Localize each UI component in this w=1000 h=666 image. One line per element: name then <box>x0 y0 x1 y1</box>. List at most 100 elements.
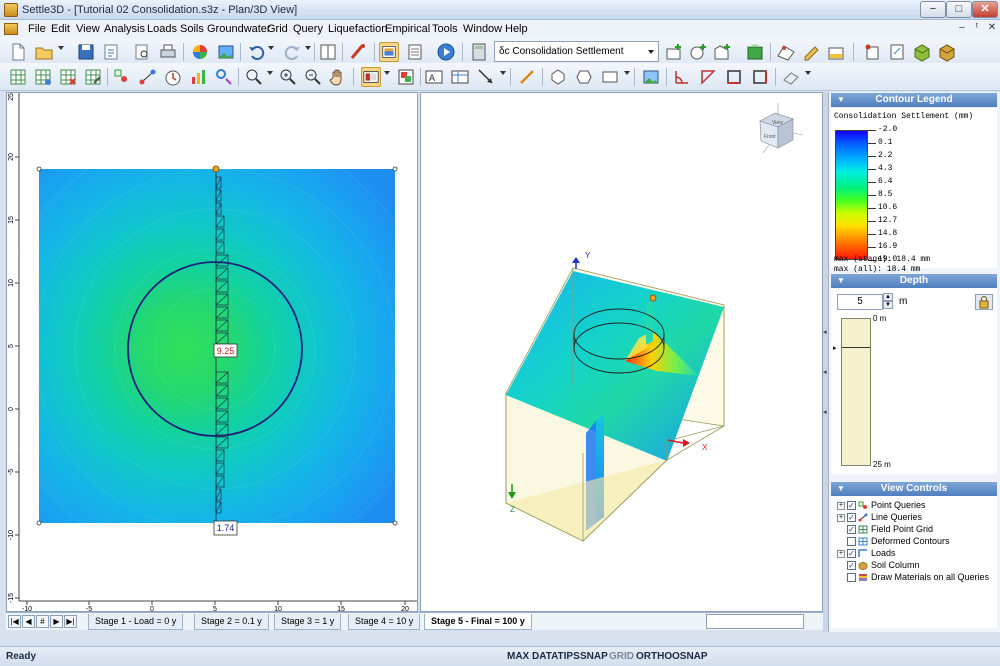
add-text-icon[interactable]: A <box>424 67 444 87</box>
new-file-icon[interactable] <box>8 42 28 62</box>
angle-dimension-icon[interactable] <box>672 67 692 87</box>
draw-line-icon[interactable] <box>517 67 537 87</box>
layout-view-icon[interactable] <box>361 67 381 87</box>
legend-options-icon[interactable] <box>396 67 416 87</box>
status-input-box[interactable] <box>706 614 804 629</box>
menu-groundwater[interactable]: Groundwater <box>207 23 271 35</box>
menu-grid[interactable]: Grid <box>267 23 288 35</box>
menu-edit[interactable]: Edit <box>51 23 70 35</box>
splitter-arrow-icon[interactable]: ◂ <box>823 408 827 416</box>
checkbox-checked[interactable]: ✓ <box>847 561 856 571</box>
export-icon[interactable] <box>101 42 121 62</box>
zoom-icon[interactable] <box>244 67 264 87</box>
edit-grid-icon[interactable] <box>33 67 53 87</box>
zoom-out-icon[interactable] <box>303 67 323 87</box>
slope-dimension-icon[interactable] <box>698 67 718 87</box>
split-view-icon[interactable] <box>318 42 338 62</box>
splitter-arrow-icon[interactable]: ◂ <box>823 368 827 376</box>
menu-soils[interactable]: Soils <box>180 23 204 35</box>
view-cube[interactable]: View Front <box>759 103 804 154</box>
view-control-draw-materials[interactable]: Draw Materials on all Queries <box>847 572 989 584</box>
checkbox-checked[interactable]: ✓ <box>847 513 856 523</box>
view-controls-header[interactable]: ▼ View Controls <box>831 482 997 496</box>
add-circle-load-icon[interactable] <box>688 42 708 62</box>
checkbox-checked[interactable]: ✓ <box>847 501 856 511</box>
ortho-toggle[interactable]: ORTHO <box>636 651 672 662</box>
delete-grid-icon[interactable] <box>58 67 78 87</box>
menu-loads[interactable]: Loads <box>147 23 177 35</box>
checkbox-unchecked[interactable] <box>847 537 856 547</box>
menu-file[interactable]: File <box>28 23 46 35</box>
splitter-arrow-icon[interactable]: ◂ <box>823 328 827 336</box>
layout-dropdown-arrow[interactable] <box>384 71 390 75</box>
tab-prev-button[interactable]: ◀ <box>22 615 35 628</box>
menu-tools[interactable]: Tools <box>432 23 458 35</box>
query-properties-icon[interactable] <box>214 67 234 87</box>
time-query-icon[interactable] <box>163 67 183 87</box>
add-table-icon[interactable] <box>450 67 470 87</box>
arrow-dropdown-arrow[interactable] <box>500 71 506 75</box>
play-animation-icon[interactable] <box>436 42 456 62</box>
depth-header[interactable]: ▼ Depth <box>831 274 997 288</box>
query-point-icon[interactable] <box>112 67 132 87</box>
add-query-line-icon[interactable] <box>887 42 907 62</box>
tab-stage-2[interactable]: Stage 2 = 0.1 y <box>194 614 269 630</box>
expand-icon[interactable]: + <box>837 549 845 558</box>
depth-spin-up-icon[interactable]: ▲ <box>883 293 893 301</box>
query-line-endpoint[interactable] <box>212 165 220 173</box>
depth-marker-line[interactable] <box>842 347 870 348</box>
menu-liquefaction[interactable]: Liquefaction <box>328 23 387 35</box>
box-filled-icon[interactable] <box>750 67 770 87</box>
max-datatips-toggle[interactable]: MAX DATATIPS <box>507 651 580 662</box>
depth-input[interactable]: 5 <box>837 294 883 310</box>
color-wheel-icon[interactable] <box>190 42 210 62</box>
print-icon[interactable] <box>158 42 178 62</box>
draw-polyline-icon[interactable] <box>574 67 594 87</box>
3d-view-panel[interactable]: Y X Z View Front <box>420 92 823 612</box>
grid-toggle[interactable]: GRID <box>609 651 634 662</box>
tab-list-button[interactable]: # <box>36 615 49 628</box>
add-query-point-icon[interactable] <box>862 42 882 62</box>
depth-spin-down-icon[interactable]: ▼ <box>883 301 893 309</box>
menu-analysis[interactable]: Analysis <box>104 23 145 35</box>
view-control-soil-column[interactable]: ✓ Soil Column <box>847 560 920 572</box>
view-control-field-point-grid[interactable]: ✓ Field Point Grid <box>847 524 933 536</box>
zoom-in-icon[interactable] <box>278 67 298 87</box>
minimize-button[interactable]: − <box>920 1 946 18</box>
add-rect-load-icon[interactable] <box>664 42 684 62</box>
checkbox-unchecked[interactable] <box>847 573 856 583</box>
insert-image-icon[interactable] <box>641 67 661 87</box>
zoom-dropdown-arrow[interactable] <box>267 71 273 75</box>
rectangle-dropdown-arrow[interactable] <box>624 71 630 75</box>
maximize-button[interactable]: □ <box>946 1 972 18</box>
image-export-icon[interactable] <box>216 42 236 62</box>
menu-view[interactable]: View <box>76 23 100 35</box>
menu-window[interactable]: Window <box>463 23 502 35</box>
draw-polygon-icon[interactable] <box>548 67 568 87</box>
collapse-chevron-icon[interactable]: ▼ <box>837 274 845 288</box>
tab-last-button[interactable]: ▶| <box>64 615 77 628</box>
draw-rectangle-icon[interactable] <box>600 67 620 87</box>
lock-icon[interactable] <box>975 294 993 310</box>
compute-icon[interactable] <box>348 42 368 62</box>
add-embankment-icon[interactable] <box>745 42 765 62</box>
contour-legend-header[interactable]: ▼ Contour Legend <box>831 93 997 107</box>
checkbox-checked[interactable]: ✓ <box>847 525 856 535</box>
print-preview-icon[interactable] <box>132 42 152 62</box>
calculator-icon[interactable] <box>469 42 489 62</box>
plan-view-canvas[interactable]: -10 -5 0 5 10 15 20 25 20 15 10 5 0 -5 -10 -15 9.25 1.… <box>7 93 418 612</box>
result-type-select[interactable]: δc Consolidation Settlement <box>494 41 659 62</box>
edit-load-icon[interactable] <box>802 42 822 62</box>
expand-icon[interactable]: + <box>837 513 845 522</box>
save-icon[interactable] <box>76 42 96 62</box>
soil-materials-icon[interactable] <box>937 42 957 62</box>
add-grid-icon[interactable] <box>8 67 28 87</box>
tab-stage-1[interactable]: Stage 1 - Load = 0 y <box>88 614 184 630</box>
view-control-line-queries[interactable]: + ✓ Line Queries <box>837 512 922 524</box>
tab-stage-4[interactable]: Stage 4 = 10 y <box>348 614 421 630</box>
view-control-loads[interactable]: + ✓ Loads <box>837 548 896 560</box>
menu-empirical[interactable]: Empirical <box>385 23 430 35</box>
redo-icon[interactable] <box>283 42 303 62</box>
chart-icon[interactable] <box>189 67 209 87</box>
soil-column-display[interactable] <box>841 318 871 466</box>
